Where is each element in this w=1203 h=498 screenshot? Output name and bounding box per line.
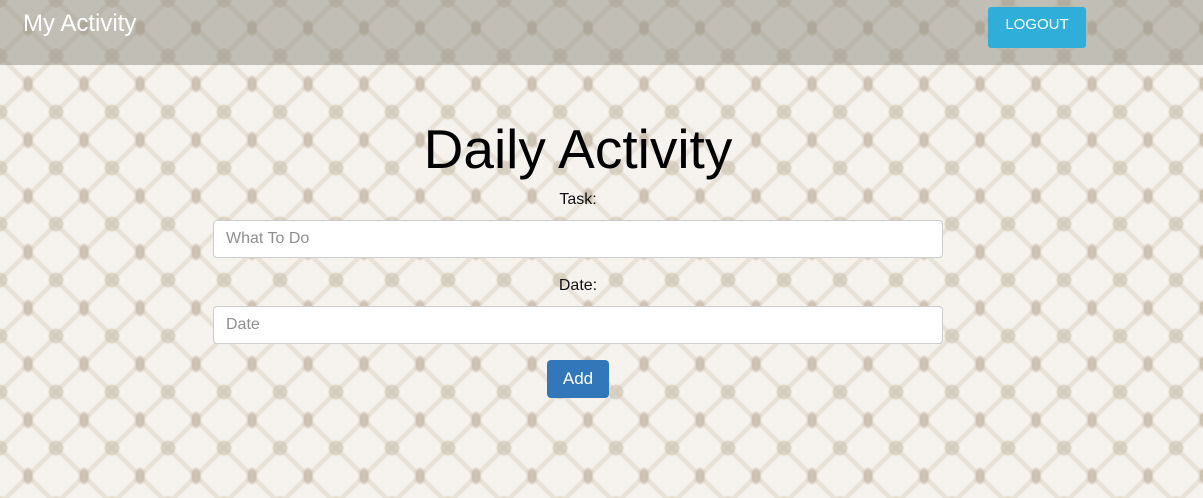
brand-title[interactable]: My Activity bbox=[23, 10, 136, 38]
task-label: Task: bbox=[559, 191, 597, 208]
add-button[interactable]: Add bbox=[547, 360, 609, 398]
date-input[interactable] bbox=[213, 306, 943, 344]
logout-button[interactable]: LOGOUT bbox=[988, 7, 1086, 48]
task-input[interactable] bbox=[213, 220, 943, 258]
page-title: Daily Activity bbox=[423, 118, 733, 180]
top-navbar: My Activity LOGOUT bbox=[0, 0, 1203, 65]
date-label: Date: bbox=[558, 277, 598, 294]
